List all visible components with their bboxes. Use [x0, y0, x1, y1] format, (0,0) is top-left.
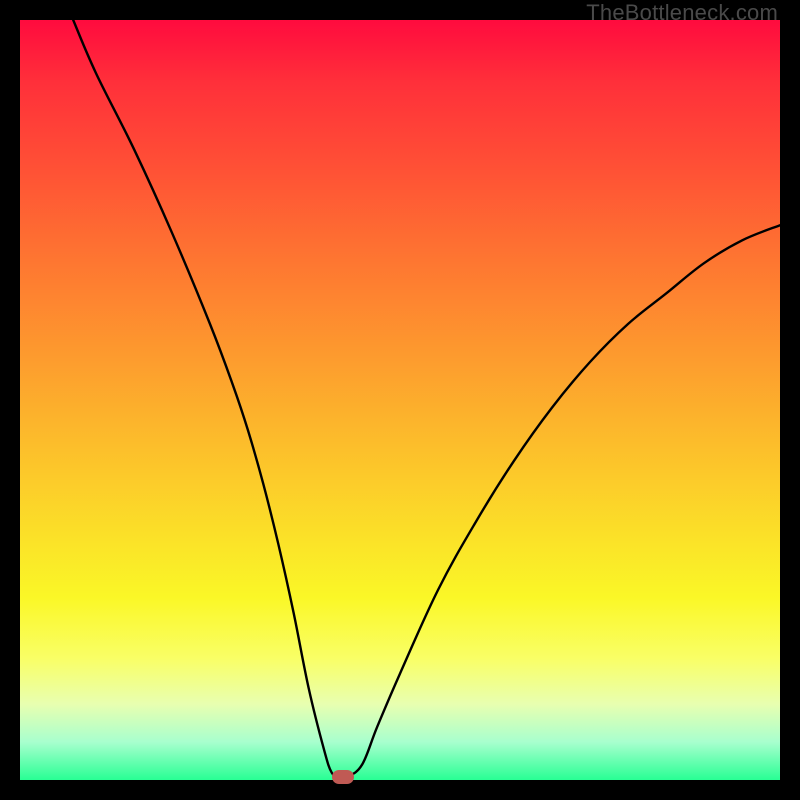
- watermark-text: TheBottleneck.com: [586, 0, 778, 26]
- minimum-marker: [332, 770, 354, 784]
- chart-frame: TheBottleneck.com: [0, 0, 800, 800]
- plot-area: [20, 20, 780, 780]
- bottleneck-curve: [20, 20, 780, 780]
